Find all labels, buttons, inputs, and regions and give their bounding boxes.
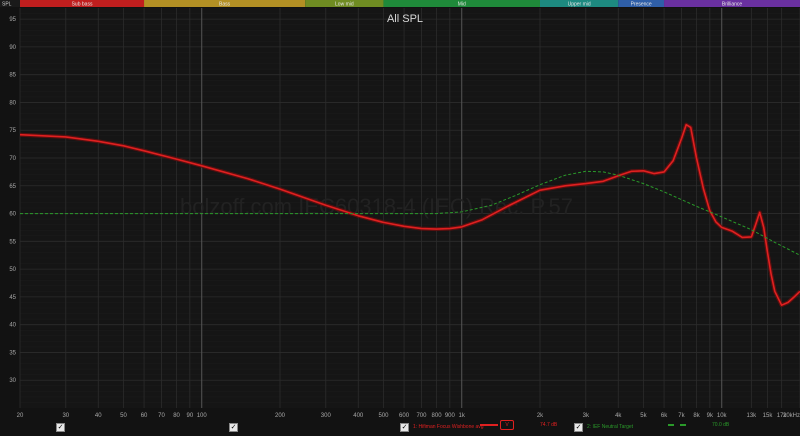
y-tick-label: 85 (9, 73, 16, 79)
legend-swatch-4 (668, 424, 686, 426)
y-tick-label: 30 (9, 378, 16, 384)
legend-value-3: 74.7 dB (540, 422, 558, 428)
y-tick-label: 80 (9, 100, 16, 106)
legend-swatch-3 (480, 424, 498, 426)
value-box[interactable]: V (500, 420, 514, 430)
band-label: Brilliance (722, 2, 743, 8)
y-tick-label: 70 (9, 156, 16, 162)
checkbox-icon[interactable]: ✓ (56, 422, 65, 432)
frequency-response-chart: Sub bass Bass Low mid Mid Upper mid Presence B… (0, 0, 800, 419)
y-tick-label: 45 (9, 295, 16, 301)
band-label: Low mid (335, 2, 354, 8)
checkbox-icon[interactable]: ✓ (400, 422, 409, 432)
y-tick-label: 50 (9, 267, 16, 273)
y-tick-label: 65 (9, 184, 16, 190)
y-tick-label: 60 (9, 212, 16, 218)
legend: ✓ ✓ ✓ 1: Hifiman Focus Wishbone avg V 74.… (0, 418, 800, 436)
legend-value-4: 70.0 dB (712, 422, 730, 428)
legend-item-3[interactable]: ✓ 1: Hifiman Focus Wishbone avg (400, 420, 484, 434)
band-label: Sub bass (72, 2, 93, 8)
legend-item-2[interactable]: ✓ (229, 420, 242, 434)
y-tick-label: 95 (9, 17, 16, 23)
corner-label: SPL (2, 2, 12, 8)
watermark: bolzoff.com IEC60318-4 (IEC) Rec. P.57 (180, 194, 573, 219)
chart-title: All SPL (387, 13, 423, 25)
y-tick-label: 90 (9, 45, 16, 51)
band-label: Upper mid (568, 2, 591, 8)
checkbox-icon[interactable]: ✓ (574, 422, 583, 432)
graph-window: Sub bass Bass Low mid Mid Upper mid Presence B… (0, 0, 800, 436)
band-label: Presence (631, 2, 652, 8)
legend-item-1[interactable]: ✓ (56, 420, 69, 434)
y-tick-label: 55 (9, 239, 16, 245)
y-tick-label: 75 (9, 128, 16, 134)
legend-item-4[interactable]: ✓ 2: IEF Neutral Target (574, 420, 633, 434)
band-label: Bass (219, 2, 231, 8)
y-tick-label: 40 (9, 323, 16, 329)
checkbox-icon[interactable]: ✓ (229, 422, 238, 432)
band-label: Mid (458, 2, 466, 8)
y-tick-label: 35 (9, 350, 16, 356)
